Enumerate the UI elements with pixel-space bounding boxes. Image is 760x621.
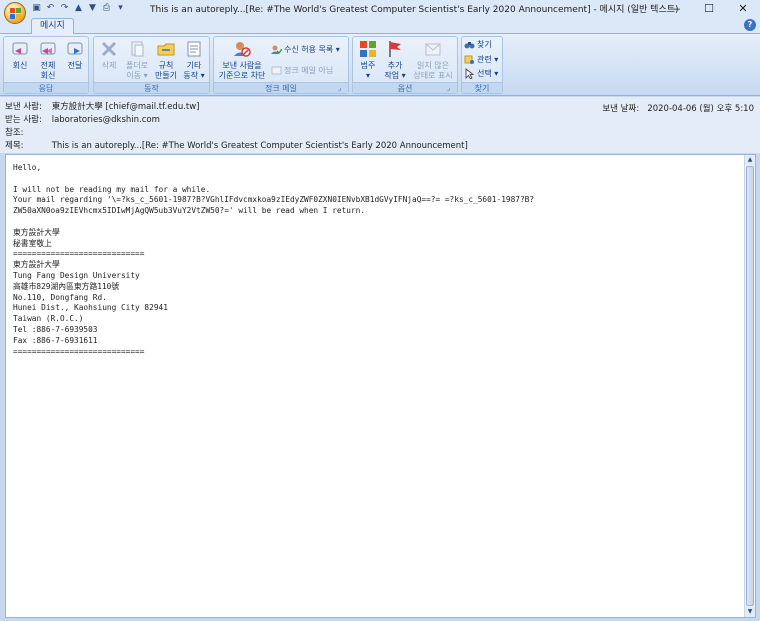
group-respond: 회신 전체 회신 전달 응답 [3,36,89,94]
group-find: 찾기 관련 ▾ 선택 ▾ 찾기 [461,36,503,94]
quick-access-toolbar: ▣ ↶ ↷ ▲ ▼ ⎙ ▾ [31,2,126,15]
from-value[interactable]: 東方設計大學 [chief@mail.tf.edu.tw] [52,102,200,112]
follow-up-flag-icon [389,41,401,57]
other-actions-icon [187,41,201,57]
qat-customize-icon[interactable]: ▾ [115,3,126,14]
to-value[interactable]: laboratories@dkshin.com [52,115,160,125]
reply-all-button[interactable]: 전체 회신 [35,39,61,81]
mark-unread-button[interactable]: 읽지 않은 상태로 표시 [410,39,456,81]
group-options: 범주 ▾ 추가 작업 ▾ 읽지 않은 상태로 표시 옵션 ⌟ [352,36,458,94]
scroll-up-icon[interactable]: ▲ [745,155,755,165]
redo-icon[interactable]: ↷ [59,3,70,14]
print-icon[interactable]: ⎙ [101,3,112,14]
categorize-button[interactable]: 범주 ▾ [356,39,380,81]
help-icon[interactable]: ? [744,19,756,31]
group-respond-label: 응답 [4,82,88,93]
to-label: 받는 사람: [5,115,42,125]
subject-label: 제목: [5,141,24,151]
safe-list-button[interactable]: 수신 허용 목록 ▾ [271,44,340,56]
reply-all-icon [40,42,56,55]
not-junk-icon [271,66,282,75]
from-row: 보낸 사람: 東方設計大學 [chief@mail.tf.edu.tw] [5,101,200,113]
cc-row: 참조: [5,127,49,139]
mark-unread-icon [425,43,441,56]
forward-button[interactable]: 전달 [63,39,87,71]
reply-button[interactable]: 회신 [8,39,32,71]
maximize-button[interactable]: ☐ [692,0,726,17]
select-cursor-icon [465,68,475,79]
message-text: Hello, I will not be reading my mail for… [13,163,535,356]
window-controls: — ☐ ✕ [658,0,760,17]
subject-value: This is an autoreply...[Re: #The World's… [51,141,468,151]
ribbon: 회신 전체 회신 전달 응답 삭제 폴더로 이동 ▾ 규칙 만들기 기타 동작 … [0,34,760,96]
group-actions: 삭제 폴더로 이동 ▾ 규칙 만들기 기타 동작 ▾ 동작 [93,36,210,94]
ribbon-tab-strip: 메시지 ? [0,17,760,35]
close-button[interactable]: ✕ [726,0,760,17]
previous-item-icon[interactable]: ▲ [73,3,84,14]
scroll-down-icon[interactable]: ▼ [745,607,755,617]
window-title: This is an autoreply...[Re: #The World's… [150,5,679,15]
cc-label: 참조: [5,128,24,138]
from-label: 보낸 사람: [5,102,42,112]
next-item-icon[interactable]: ▼ [87,3,98,14]
rule-icon [157,43,175,56]
move-folder-icon [131,41,144,57]
reply-icon [12,42,28,55]
minimize-button[interactable]: — [658,0,692,17]
group-find-label: 찾기 [462,82,502,93]
to-row: 받는 사람: laboratories@dkshin.com [5,114,160,126]
office-logo-icon [10,8,21,19]
not-junk-button[interactable]: 정크 메일 아님 [271,65,333,77]
title-bar: ▣ ↶ ↷ ▲ ▼ ⎙ ▾ This is an autoreply...[Re… [0,0,760,24]
related-button[interactable]: 관련 ▾ [464,54,498,66]
delete-icon [101,41,117,57]
block-sender-button[interactable]: 보낸 사람을 기준으로 차단 [217,39,267,81]
delete-button[interactable]: 삭제 [97,39,121,71]
block-sender-icon [234,42,251,57]
save-icon[interactable]: ▣ [31,3,42,14]
group-actions-label: 동작 [94,82,209,93]
undo-icon[interactable]: ↶ [45,3,56,14]
select-button[interactable]: 선택 ▾ [464,68,498,80]
categorize-icon [360,41,376,57]
scroll-thumb[interactable] [746,166,754,606]
sent-label: 보낸 날짜: [602,104,640,114]
subject-row: 제목: This is an autoreply...[Re: #The Wor… [5,140,468,152]
safe-list-icon [271,45,282,54]
message-body[interactable]: Hello, I will not be reading my mail for… [5,154,756,618]
binoculars-icon [464,42,475,49]
follow-up-button[interactable]: 추가 작업 ▾ [382,39,408,81]
find-button[interactable]: 찾기 [464,39,492,51]
create-rule-button[interactable]: 규칙 만들기 [153,39,179,81]
related-icon [464,55,474,64]
office-button[interactable] [4,2,26,24]
group-options-label: 옵션 [353,82,457,93]
forward-icon [67,42,83,55]
junk-options-launcher-icon[interactable]: ⌟ [338,84,346,92]
move-to-folder-button[interactable]: 폴더로 이동 ▾ [123,39,151,81]
tab-message[interactable]: 메시지 [31,18,74,35]
vertical-scrollbar[interactable]: ▲ ▼ [744,155,755,617]
sent-date: 보낸 날짜: 2020-04-06 (월) 오후 5:10 [602,102,754,114]
sent-value: 2020-04-06 (월) 오후 5:10 [647,104,754,114]
group-junk-label: 정크 메일 [214,82,348,93]
other-actions-button[interactable]: 기타 동작 ▾ [181,39,207,81]
options-launcher-icon[interactable]: ⌟ [447,84,455,92]
group-junk-mail: 보낸 사람을 기준으로 차단 수신 허용 목록 ▾ 정크 메일 아님 정크 메일… [213,36,349,94]
